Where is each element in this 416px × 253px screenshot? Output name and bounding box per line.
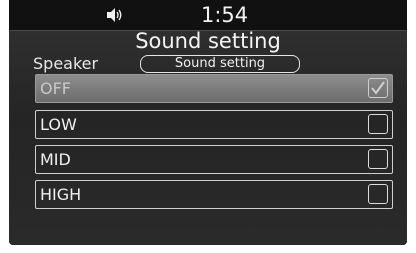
checkmark-icon <box>371 81 385 95</box>
clock: 1:54 <box>201 3 249 27</box>
option-label: LOW <box>40 115 77 134</box>
status-bar: 1:54 <box>9 0 407 31</box>
sound-setting-button[interactable]: Sound setting <box>140 55 300 73</box>
head-unit-screen: 1:54 Sound setting Speaker Sound setting… <box>9 0 407 245</box>
option-label: MID <box>40 150 71 169</box>
checkbox[interactable] <box>368 149 388 169</box>
option-off[interactable]: OFF <box>35 74 393 103</box>
page-title: Sound setting <box>135 29 281 53</box>
checkbox[interactable] <box>368 114 388 134</box>
sound-setting-panel: Sound setting Speaker Sound setting OFF … <box>9 29 407 245</box>
option-label: HIGH <box>40 185 82 204</box>
option-mid[interactable]: MID <box>35 145 393 174</box>
speaker-label: Speaker <box>33 54 99 73</box>
option-low[interactable]: LOW <box>35 110 393 139</box>
checkbox[interactable] <box>368 78 388 98</box>
checkbox[interactable] <box>368 184 388 204</box>
speaker-volume-icon <box>107 8 122 22</box>
option-high[interactable]: HIGH <box>35 180 393 209</box>
option-label: OFF <box>40 79 71 98</box>
